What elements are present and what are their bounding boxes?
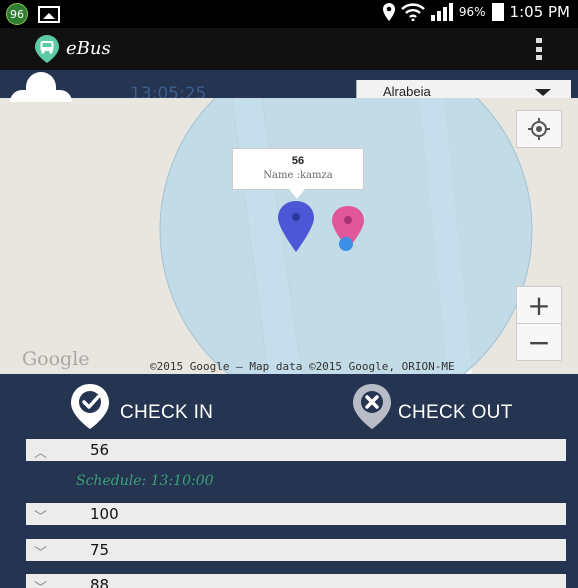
route-item-100[interactable]: ﹀ 100: [26, 503, 566, 525]
crosshair-icon: [528, 118, 550, 140]
station-selected: Alrabeia: [383, 84, 431, 99]
info-window-subtitle: Name :kamza: [263, 170, 333, 181]
chevron-down-icon: [535, 89, 551, 96]
signal-icon: [430, 3, 453, 21]
clock: 1:05 PM: [509, 3, 570, 21]
my-location-button[interactable]: [516, 110, 562, 148]
route-item-56[interactable]: ︿ 56: [26, 439, 566, 461]
overflow-menu-button[interactable]: [536, 38, 542, 60]
check-in-button[interactable]: CHECK IN: [68, 382, 213, 430]
route-item-88[interactable]: ﹀ 88: [26, 574, 566, 588]
route-number: 75: [90, 541, 110, 559]
app-title: eBus: [66, 38, 111, 59]
zoom-in-button[interactable]: +: [517, 287, 561, 323]
map-copyright[interactable]: ©2015 Google – Map data ©2015 Google, OR…: [150, 360, 455, 373]
user-avatar-body[interactable]: [10, 90, 72, 102]
route-schedule: Schedule: 13:10:00: [76, 473, 214, 489]
zoom-controls: + −: [516, 286, 562, 361]
check-in-label: CHECK IN: [120, 402, 214, 423]
check-actions-bar: CHECK IN CHECK OUT: [0, 374, 578, 438]
route-number: 88: [90, 576, 110, 588]
chevron-down-icon: ﹀: [34, 577, 47, 588]
chevron-down-icon: ﹀: [34, 510, 48, 525]
map-canvas: [159, 98, 533, 374]
chevron-up-icon: ︿: [34, 446, 48, 461]
notification-badge: 96: [6, 3, 28, 25]
route-number: 56: [90, 441, 110, 459]
route-number: 100: [90, 505, 119, 523]
check-out-button[interactable]: CHECK OUT: [350, 382, 513, 430]
info-window-title: 56: [291, 155, 305, 167]
battery-percent: 96%: [458, 5, 486, 19]
marker-info-window[interactable]: 56 Name :kamza: [232, 148, 364, 199]
bus-logo-icon: [35, 35, 59, 63]
check-out-label: CHECK OUT: [398, 402, 513, 423]
status-bar: 96 96% 1:05 PM: [0, 0, 578, 28]
map-view[interactable]: 56 Name :kamza + − Google ©2015 Google –…: [0, 98, 578, 374]
route-item-75[interactable]: ﹀ 75: [26, 539, 566, 561]
location-status-icon: [382, 3, 395, 21]
battery-icon: [491, 3, 504, 21]
chevron-down-icon: ﹀: [34, 546, 48, 561]
app-bar: eBus: [0, 28, 578, 70]
check-out-icon: [353, 384, 391, 429]
google-logo: Google: [22, 348, 90, 370]
wifi-icon: [401, 3, 425, 21]
zoom-out-button[interactable]: −: [517, 324, 561, 360]
check-in-icon: [71, 384, 109, 429]
image-notification-icon: [38, 5, 60, 23]
